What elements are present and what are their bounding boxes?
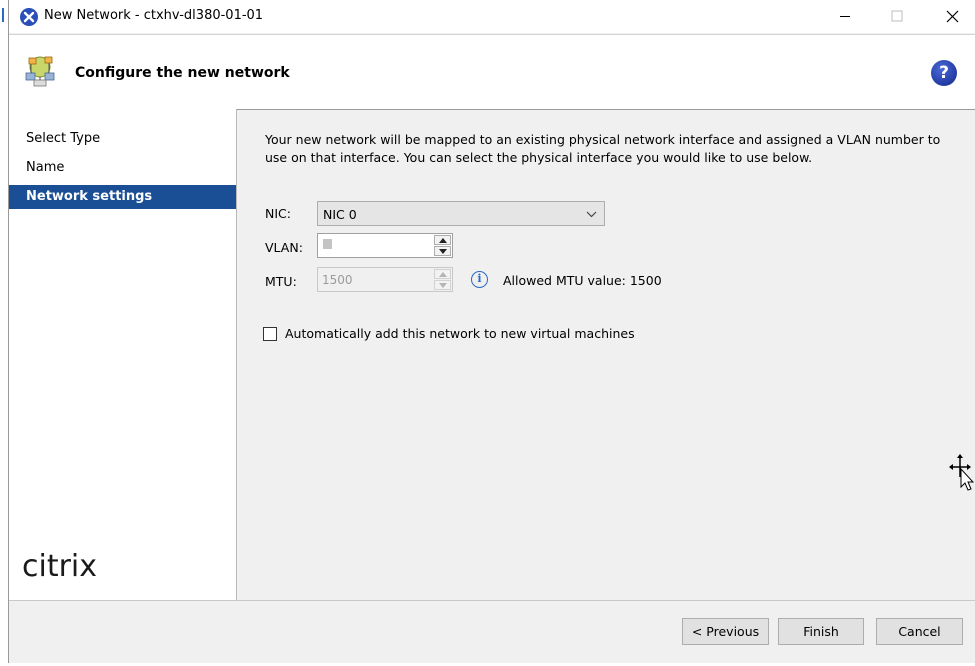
maximize-button[interactable]: [874, 0, 920, 33]
vlan-spinbox[interactable]: [317, 233, 453, 258]
citrix-logo: citrix: [22, 549, 98, 584]
previous-button[interactable]: < Previous: [682, 618, 769, 645]
xenserver-app-icon: [20, 8, 38, 26]
nic-label: NIC:: [265, 206, 291, 221]
auto-add-label[interactable]: Automatically add this network to new vi…: [285, 326, 635, 341]
mtu-allowed-text: Allowed MTU value: 1500: [503, 273, 662, 288]
window-title: New Network - ctxhv-dl380-01-01: [44, 8, 264, 23]
mtu-value: 1500: [322, 273, 353, 287]
arrow-down-icon: [439, 249, 447, 254]
minimize-button[interactable]: [822, 0, 868, 33]
wizard-footer: < Previous Finish Cancel: [9, 600, 975, 663]
network-wizard-icon: [25, 56, 55, 87]
wizard-header: Configure the new network ?: [9, 34, 975, 110]
vlan-decrement-button[interactable]: [434, 246, 451, 256]
mtu-increment-button[interactable]: [434, 269, 451, 279]
step-name[interactable]: Name: [9, 156, 236, 180]
arrow-up-icon: [439, 238, 447, 243]
edge-marker: [2, 8, 4, 22]
minimize-icon: [840, 16, 850, 17]
background-window-edge: [0, 0, 8, 666]
cancel-button[interactable]: Cancel: [876, 618, 963, 645]
page-title: Configure the new network: [75, 65, 290, 81]
auto-add-checkbox[interactable]: [263, 327, 277, 341]
maximize-icon: [891, 10, 903, 22]
arrow-up-icon: [439, 272, 447, 277]
step-network-settings[interactable]: Network settings: [9, 185, 236, 209]
mtu-decrement-button[interactable]: [434, 280, 451, 290]
wizard-step-list: Select Type Name Network settings citrix: [9, 109, 237, 600]
nic-selected-value: NIC 0: [323, 207, 357, 222]
title-bar[interactable]: New Network - ctxhv-dl380-01-01: [9, 0, 975, 33]
step-select-type[interactable]: Select Type: [9, 127, 236, 151]
finish-button[interactable]: Finish: [778, 618, 864, 645]
nic-dropdown[interactable]: NIC 0: [317, 201, 605, 226]
move-cursor-icon: [949, 454, 974, 491]
vlan-caret: [323, 239, 332, 249]
chevron-down-icon: [586, 211, 597, 218]
arrow-down-icon: [439, 283, 447, 288]
vlan-increment-button[interactable]: [434, 235, 451, 245]
new-network-dialog: New Network - ctxhv-dl380-01-01 Configur…: [8, 0, 975, 663]
vlan-spin-arrows: [434, 235, 451, 256]
help-icon[interactable]: ?: [931, 60, 957, 86]
mtu-label: MTU:: [265, 274, 297, 289]
network-settings-panel: Your new network will be mapped to an ex…: [237, 109, 975, 600]
vlan-label: VLAN:: [265, 240, 303, 255]
mtu-spinbox[interactable]: 1500: [317, 267, 453, 292]
mtu-spin-arrows: [434, 269, 451, 290]
description-text: Your new network will be mapped to an ex…: [265, 132, 941, 165]
close-icon: [946, 10, 959, 23]
info-icon: i: [471, 271, 488, 288]
close-button[interactable]: [929, 0, 975, 33]
